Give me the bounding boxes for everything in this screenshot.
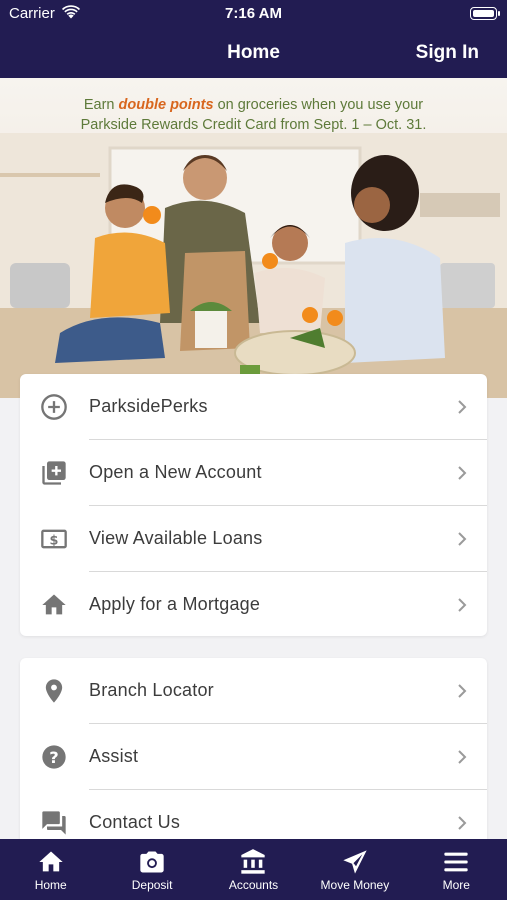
tab-label: More (442, 878, 470, 892)
chat-icon (42, 811, 66, 835)
menu-item-label: Branch Locator (89, 680, 214, 700)
promo-highlight: double points (118, 97, 214, 113)
chevron-right-icon (458, 400, 467, 414)
tab-label: Accounts (228, 878, 279, 892)
family-groceries-photo (0, 133, 507, 398)
promo-banner[interactable]: Earn double points on groceries when you… (0, 78, 507, 398)
menu-item-label: Open a New Account (89, 462, 262, 482)
home-icon (39, 851, 63, 872)
menu-icon (444, 852, 468, 872)
tab-label: Deposit (131, 878, 173, 892)
promo-text-suffix: on groceries when you use your (213, 97, 424, 113)
menu-item-label: Assist (89, 746, 139, 766)
tab-more[interactable]: More (406, 839, 507, 900)
chevron-right-icon (458, 466, 467, 480)
tab-deposit[interactable]: Deposit (101, 839, 202, 900)
tab-move-money[interactable]: Move Money (304, 839, 405, 900)
home-icon (42, 594, 66, 615)
menu-item-assist[interactable]: ? Assist (20, 724, 487, 790)
menu-item-branch-locator[interactable]: Branch Locator (20, 658, 487, 724)
promo-text: Earn double points on groceries when you… (0, 95, 507, 135)
tab-label: Move Money (320, 878, 390, 892)
menu-item-parksideperks[interactable]: ParksidePerks (20, 374, 487, 440)
sign-in-button[interactable]: Sign In (416, 42, 479, 64)
promo-text-line2: Parkside Rewards Credit Card from Sept. … (80, 117, 427, 133)
menu-item-apply-mortgage[interactable]: Apply for a Mortgage (20, 572, 487, 638)
battery-icon (470, 7, 500, 20)
tab-label: Home (34, 878, 67, 892)
menu-item-label: View Available Loans (89, 528, 263, 548)
navigation-bar: Home Sign In (0, 30, 507, 78)
svg-text:$: $ (50, 533, 59, 548)
menu-item-open-account[interactable]: Open a New Account (20, 440, 487, 506)
status-time: 7:16 AM (225, 5, 282, 22)
chevron-right-icon (458, 532, 467, 546)
tab-home[interactable]: Home (0, 839, 101, 900)
support-menu-card: Branch Locator ? Assist Contact Us (20, 658, 487, 848)
chevron-right-icon (458, 816, 467, 830)
menu-item-view-loans[interactable]: $ View Available Loans (20, 506, 487, 572)
menu-item-label: Contact Us (89, 812, 181, 832)
menu-item-label: ParksidePerks (89, 396, 208, 416)
send-icon (343, 850, 367, 874)
svg-text:?: ? (49, 748, 58, 767)
dollar-bill-icon: $ (41, 529, 67, 549)
promo-text-prefix: Earn (83, 97, 119, 113)
plus-circle-icon (41, 394, 67, 420)
location-pin-icon (45, 679, 63, 703)
add-box-icon (42, 461, 66, 485)
bottom-tab-bar: Home Deposit Accounts Move Money More (0, 839, 507, 900)
services-menu-card: ParksidePerks Open a New Account $ View … (20, 374, 487, 636)
status-bar: Carrier 7:16 AM (0, 0, 507, 30)
tab-accounts[interactable]: Accounts (203, 839, 304, 900)
chevron-right-icon (458, 750, 467, 764)
bank-icon (241, 849, 266, 874)
chevron-right-icon (458, 684, 467, 698)
menu-item-label: Apply for a Mortgage (89, 594, 261, 614)
camera-icon (140, 851, 164, 873)
help-icon: ? (42, 745, 66, 769)
chevron-right-icon (458, 598, 467, 612)
